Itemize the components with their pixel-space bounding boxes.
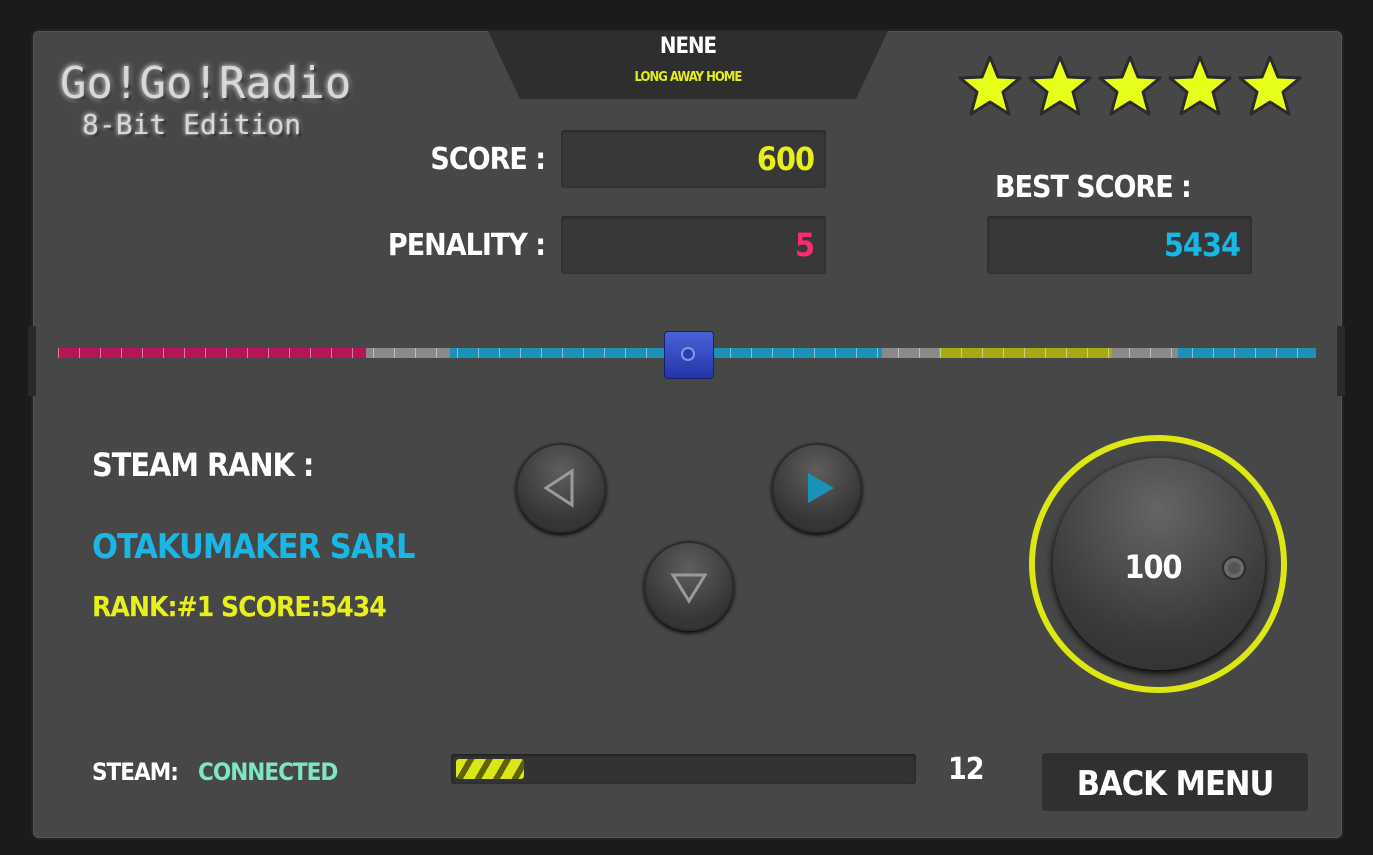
slider-handle-icon (681, 347, 695, 361)
star-icon (1238, 55, 1302, 116)
back-menu-button[interactable]: BACK MENU (1042, 753, 1308, 811)
steam-rank-user: OTAKUMAKER SARL (92, 527, 416, 567)
right-arrow-icon (808, 473, 834, 503)
logo-subtitle: 8-Bit Edition (82, 108, 302, 141)
song-title: LONG AWAY HOME (634, 70, 743, 85)
logo-title: Go!Go!Radio (60, 58, 352, 109)
song-artist: NENE (659, 34, 717, 59)
best-score-box: 5434 (987, 216, 1252, 274)
left-arrow-icon (543, 468, 574, 508)
star-icon (1098, 55, 1162, 116)
star-icon (958, 55, 1022, 116)
steam-rank-line: RANK:#1 SCORE:5434 (92, 590, 387, 623)
rating-stars (958, 54, 1302, 124)
star-icon (1028, 55, 1092, 116)
score-value: 600 (756, 140, 815, 178)
steam-status-value: CONNECTED (198, 758, 338, 786)
progress-fill (456, 759, 525, 779)
best-score-value: 5434 (1163, 226, 1241, 264)
star-icon (1168, 55, 1232, 116)
progress-count: 12 (948, 752, 985, 787)
score-label: SCORE : (430, 142, 546, 177)
left-notch (28, 326, 36, 396)
right-notch (1337, 326, 1345, 396)
penalty-label: PENALITY : (387, 228, 546, 263)
down-button[interactable] (644, 541, 734, 631)
dial-indicator-icon (1222, 556, 1246, 580)
penalty-box: 5 (561, 216, 826, 274)
steam-status-label: STEAM: (92, 758, 179, 786)
right-button[interactable] (772, 443, 862, 533)
progress-bar (451, 754, 916, 784)
best-score-label: BEST SCORE : (995, 170, 1192, 205)
down-arrow-icon (670, 573, 708, 604)
steam-rank-heading: STEAM RANK : (92, 446, 314, 484)
score-box: 600 (561, 130, 826, 188)
left-button[interactable] (516, 443, 606, 533)
timeline-slider[interactable] (664, 331, 714, 379)
penalty-value: 5 (794, 226, 815, 264)
